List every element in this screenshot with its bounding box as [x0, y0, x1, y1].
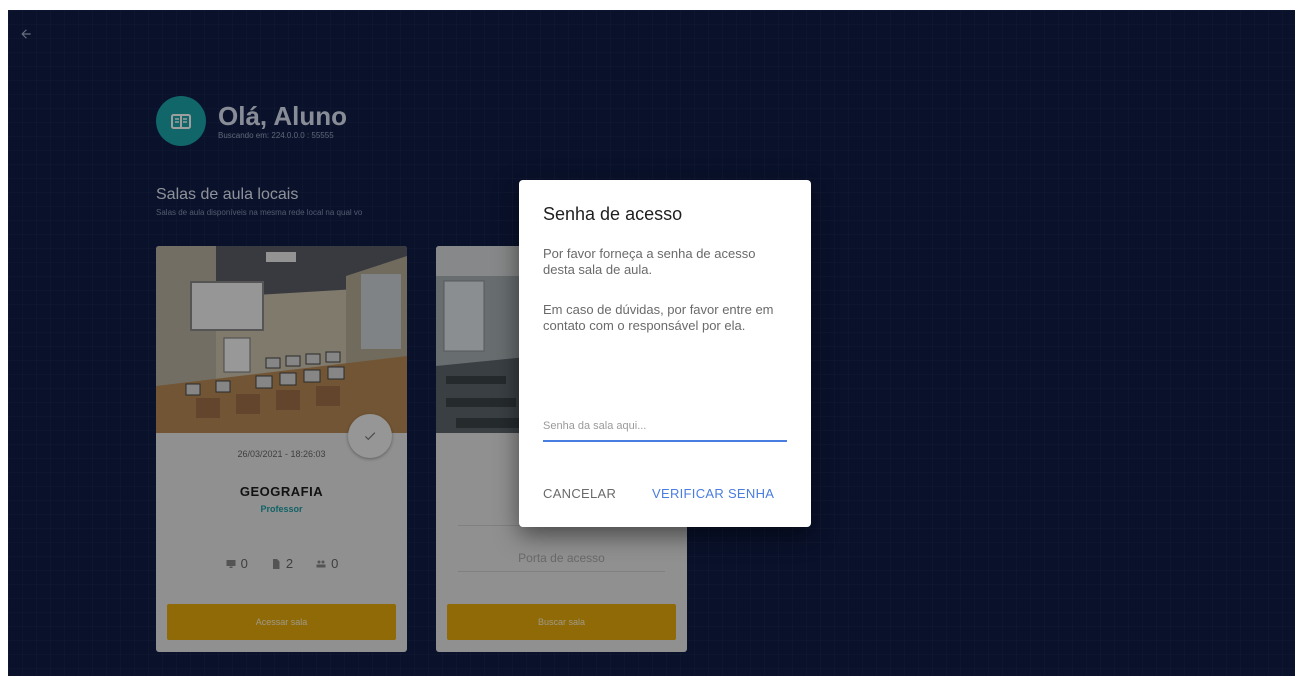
dialog-message: Por favor forneça a senha de acesso dest… — [543, 246, 756, 277]
dialog-title: Senha de acesso — [543, 204, 683, 224]
verify-password-button[interactable]: VERIFICAR SENHA — [652, 486, 774, 501]
password-dialog: Senha de acesso Por favor forneça a senh… — [519, 180, 811, 527]
cancel-button[interactable]: CANCELAR — [543, 486, 616, 501]
app-window: Olá, Aluno Buscando em: 224.0.0.0 : 5555… — [8, 10, 1295, 676]
dialog-help-text: Em caso de dúvidas, por favor entre em c… — [543, 302, 774, 333]
room-password-input[interactable] — [543, 412, 787, 442]
